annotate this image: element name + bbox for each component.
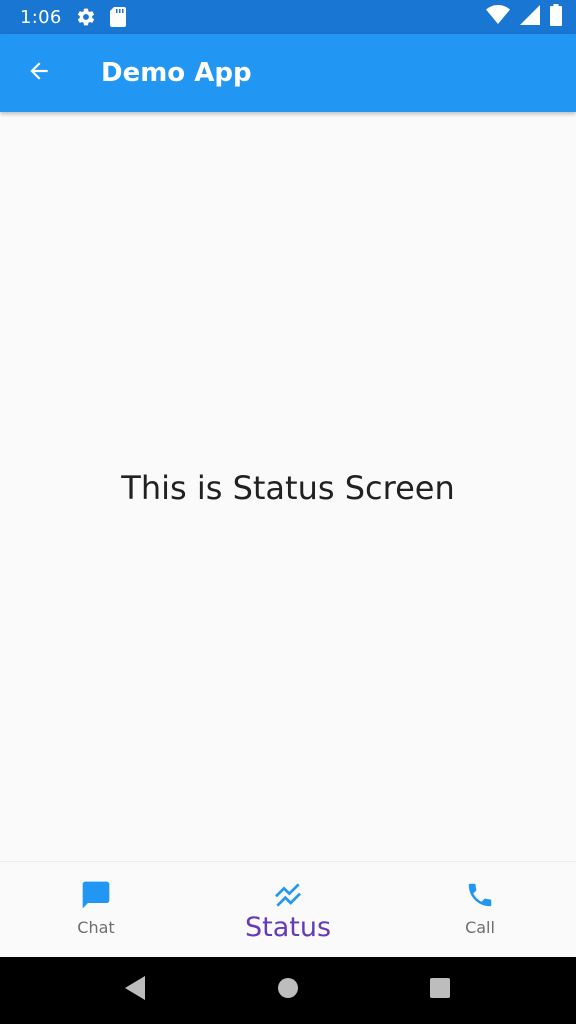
nav-item-chat[interactable]: Chat	[0, 862, 192, 957]
nav-item-status[interactable]: Status	[192, 862, 384, 957]
sd-card-icon	[109, 7, 126, 27]
back-triangle-icon	[125, 976, 147, 1005]
wifi-icon	[486, 4, 510, 30]
recents-square-icon	[429, 977, 451, 1004]
app-bar: Demo App	[0, 34, 576, 112]
system-back-button[interactable]	[112, 967, 160, 1015]
back-button[interactable]	[19, 53, 59, 93]
settings-icon	[76, 7, 96, 27]
status-bar: 1:06	[0, 0, 576, 34]
trending-icon	[272, 878, 304, 912]
nav-label-chat: Chat	[77, 918, 115, 937]
home-circle-icon	[277, 977, 299, 1004]
system-recents-button[interactable]	[416, 967, 464, 1015]
nav-label-status: Status	[244, 912, 332, 943]
signal-icon	[520, 4, 540, 30]
arrow-back-icon	[26, 58, 52, 89]
battery-icon	[550, 3, 562, 31]
phone-icon	[465, 878, 495, 912]
status-time: 1:06	[20, 6, 62, 28]
system-navigation-bar	[0, 957, 576, 1024]
page-title: Demo App	[101, 58, 252, 88]
screen-message: This is Status Screen	[121, 468, 455, 507]
main-content: This is Status Screen	[0, 112, 576, 861]
nav-label-call: Call	[465, 918, 495, 937]
bottom-navigation: Chat Status Call	[0, 861, 576, 957]
system-home-button[interactable]	[264, 967, 312, 1015]
chat-icon	[80, 878, 112, 912]
nav-item-call[interactable]: Call	[384, 862, 576, 957]
